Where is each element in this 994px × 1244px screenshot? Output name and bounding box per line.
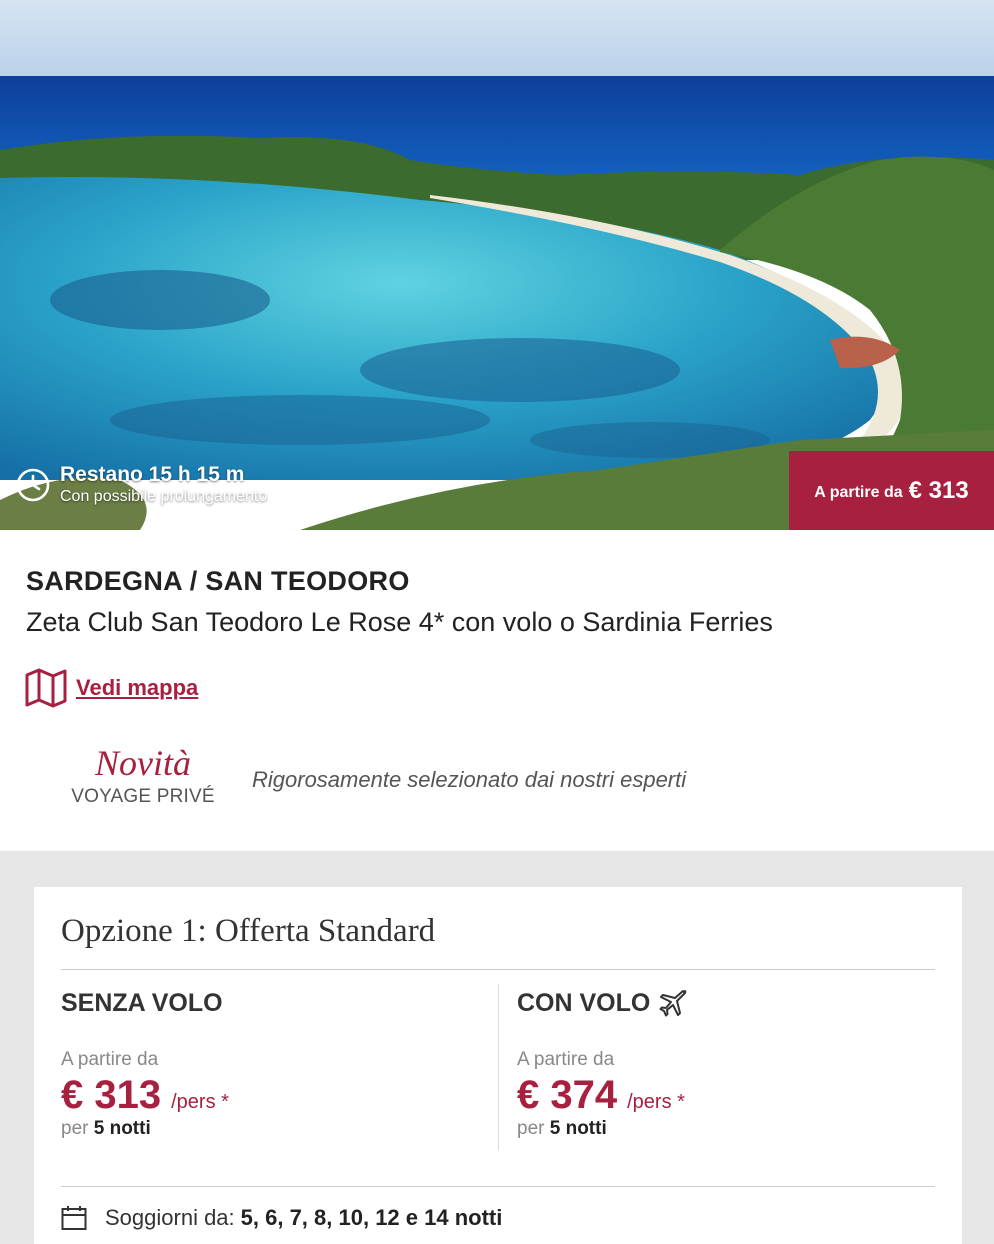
map-icon xyxy=(25,668,67,708)
stay-label: Soggiorni da: xyxy=(105,1205,235,1230)
nights-prefix: per xyxy=(61,1118,89,1139)
divider xyxy=(61,969,935,970)
stay-values: 5, 6, 7, 8, 10, 12 e 14 notti xyxy=(240,1205,503,1230)
novelty-brand: VOYAGE PRIVÉ xyxy=(71,786,215,807)
nights-count: 5 notti xyxy=(549,1118,607,1139)
hotel-name: Zeta Club San Teodoro Le Rose 4* con vol… xyxy=(26,607,773,637)
from-label: A partire da xyxy=(517,1049,615,1070)
novelty-title: Novità xyxy=(95,743,191,783)
offer-without-flight[interactable]: SENZA VOLO A partire da € 313 /pers * pe… xyxy=(61,987,461,1140)
calendar-icon xyxy=(61,1206,87,1230)
view-map-text[interactable]: Vedi mappa xyxy=(76,675,198,701)
offer-card: Opzione 1: Offerta Standard SENZA VOLO A… xyxy=(34,887,962,1244)
column-divider xyxy=(498,984,499,1150)
expert-tagline: Rigorosamente selezionato dai nostri esp… xyxy=(252,767,687,792)
price-unit: /pers * xyxy=(171,1091,229,1113)
countdown-subtext: Con possibile prolungamento xyxy=(60,488,268,505)
countdown-text: Restano 15 h 15 m xyxy=(60,463,245,486)
with-flight-price: € 374 xyxy=(517,1073,618,1117)
stay-durations: Soggiorni da: 5, 6, 7, 8, 10, 12 e 14 no… xyxy=(61,1205,502,1231)
nights-prefix: per xyxy=(517,1118,545,1139)
destination-region: SARDEGNA / SAN TEODORO xyxy=(26,566,410,596)
nights-count: 5 notti xyxy=(93,1118,151,1139)
starting-price-badge: A partire da € 313 xyxy=(789,451,994,530)
hero-image: Restano 15 h 15 m Con possibile prolunga… xyxy=(0,0,994,530)
novelty-badge: Novità VOYAGE PRIVÉ xyxy=(62,742,224,808)
starting-price-label: A partire da xyxy=(814,483,903,501)
with-flight-heading: CON VOLO xyxy=(517,988,651,1017)
nights-info: per 5 notti xyxy=(61,1118,461,1140)
view-map-link[interactable]: Vedi mappa xyxy=(24,667,198,709)
clock-icon xyxy=(16,468,50,502)
without-flight-price: € 313 xyxy=(61,1073,162,1117)
divider xyxy=(61,1186,935,1187)
starting-price-amount: € 313 xyxy=(908,476,969,504)
offer-with-flight[interactable]: CON VOLO A partire da € 374 /pers * per … xyxy=(517,987,917,1140)
plane-icon xyxy=(659,990,687,1017)
without-flight-heading: SENZA VOLO xyxy=(61,988,223,1017)
price-unit: /pers * xyxy=(627,1091,685,1113)
from-label: A partire da xyxy=(61,1049,159,1070)
nights-info: per 5 notti xyxy=(517,1118,917,1140)
offer-title: Opzione 1: Offerta Standard xyxy=(61,913,436,949)
sale-countdown: Restano 15 h 15 m Con possibile prolunga… xyxy=(16,463,267,507)
